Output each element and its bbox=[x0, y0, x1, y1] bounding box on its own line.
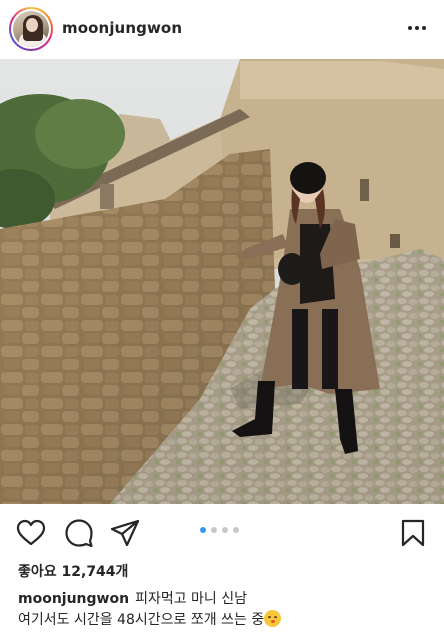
avatar[interactable] bbox=[9, 7, 53, 51]
carousel-dot bbox=[222, 527, 228, 533]
post-header: moonjungwon bbox=[0, 0, 444, 58]
photo-illustration bbox=[0, 59, 444, 504]
carousel-dot bbox=[233, 527, 239, 533]
caption-line-1: 피자먹고 마니 신남 bbox=[135, 591, 248, 607]
heart-icon[interactable] bbox=[16, 518, 46, 548]
caption-username[interactable]: moonjungwon bbox=[18, 591, 129, 607]
comment-icon[interactable] bbox=[64, 518, 94, 548]
caption: moonjungwon 피자먹고 마니 신남 여기서도 시간을 48시간으로 쪼개… bbox=[18, 589, 428, 631]
face-blowing-kiss-emoji bbox=[264, 610, 282, 627]
carousel-indicator bbox=[200, 527, 239, 533]
carousel-dot bbox=[211, 527, 217, 533]
caption-line-2: 여기서도 시간을 48시간으로 쪼개 쓰는 중 bbox=[18, 612, 265, 628]
avatar-photo bbox=[13, 11, 49, 47]
post-photo[interactable] bbox=[0, 59, 444, 504]
likes-count[interactable]: 좋아요 12,744개 bbox=[18, 561, 128, 581]
bookmark-icon[interactable] bbox=[398, 518, 428, 548]
username[interactable]: moonjungwon bbox=[62, 19, 182, 37]
carousel-dot bbox=[200, 527, 206, 533]
paper-plane-icon[interactable] bbox=[110, 518, 140, 548]
more-options-icon[interactable] bbox=[404, 16, 430, 40]
